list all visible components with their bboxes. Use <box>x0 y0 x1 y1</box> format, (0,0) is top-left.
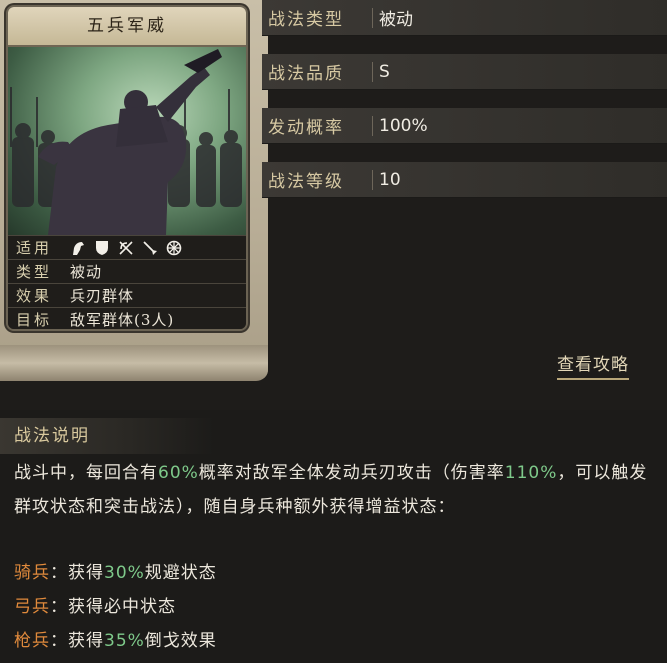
info-key: 战法类型 <box>268 10 344 30</box>
description-text: 战斗中，每回合有60%概率对敌军全体发动兵刃攻击（伤害率110%，可以触发群攻状… <box>14 456 659 524</box>
bullet-cavalry: 骑兵：获得30%规避状态 <box>14 558 217 583</box>
bullet-text: 获得 <box>68 563 104 583</box>
description-title: 战法说明 <box>0 418 214 454</box>
info-row-level: 战法等级 10 <box>262 162 667 198</box>
bullet-text: 获得 <box>68 631 104 651</box>
card-title: 五兵军威 <box>8 7 246 47</box>
stat-row-applicable: 适用 <box>8 235 246 259</box>
divider <box>372 169 373 190</box>
highlight-value: 35% <box>104 631 145 651</box>
card-stats: 适用 类型 被动 效果 兵刃群体 目标 敌军群体(3人) <box>8 235 246 329</box>
divider <box>372 115 373 136</box>
info-value: S <box>379 61 390 82</box>
info-value: 100% <box>379 115 428 136</box>
stat-key: 目标 <box>15 311 52 329</box>
info-key: 战法品质 <box>268 64 344 84</box>
colon: ： <box>50 631 68 651</box>
unit-icons <box>60 239 183 256</box>
info-row-trigger-rate: 发动概率 100% <box>262 108 667 144</box>
bullet-text: 倒戈效果 <box>144 631 217 651</box>
highlight-value: 110% <box>504 463 558 483</box>
shield-icon <box>92 239 111 256</box>
stat-row-type: 类型 被动 <box>8 259 246 283</box>
bullet-tag: 骑兵 <box>14 563 50 583</box>
siege-icon <box>164 239 183 256</box>
stat-key: 类型 <box>15 263 52 281</box>
card-artwork <box>8 47 246 235</box>
info-value: 被动 <box>379 10 413 30</box>
tactic-card: 五兵军威 适用 类型 被动 效果 兵刃群体 目标 敌军群体(3人) <box>6 5 248 331</box>
info-row-quality: 战法品质 S <box>262 54 667 90</box>
bullet-tag: 弓兵 <box>14 597 50 617</box>
info-value: 10 <box>379 169 401 190</box>
bow-icon <box>116 239 135 256</box>
stat-row-target: 目标 敌军群体(3人) <box>8 307 246 329</box>
bullet-text: 规避状态 <box>144 563 217 583</box>
cavalry-icon <box>68 239 87 256</box>
bullet-text: 获得必中状态 <box>68 597 176 617</box>
stat-key: 适用 <box>15 239 52 257</box>
colon: ： <box>50 597 68 617</box>
stat-row-effect: 效果 兵刃群体 <box>8 283 246 307</box>
stat-value: 敌军群体(3人) <box>70 311 175 329</box>
army-silhouette-illustration <box>10 49 242 235</box>
info-row-tactic-type: 战法类型 被动 <box>262 0 667 36</box>
scroll-roll <box>0 345 268 381</box>
description-part: 概率对敌军全体发动兵刃攻击（伤害率 <box>198 463 505 483</box>
divider <box>372 7 373 28</box>
bullet-archer: 弓兵：获得必中状态 <box>14 592 176 617</box>
highlight-value: 30% <box>104 563 145 583</box>
spear-icon <box>140 239 159 256</box>
stat-key: 效果 <box>15 287 52 305</box>
stat-value: 兵刃群体 <box>70 287 135 305</box>
colon: ： <box>50 563 68 583</box>
highlight-value: 60% <box>158 463 199 483</box>
description-part: 战斗中，每回合有 <box>14 463 158 483</box>
divider <box>372 61 373 82</box>
bullet-spearman: 枪兵：获得35%倒戈效果 <box>14 626 217 651</box>
bullet-tag: 枪兵 <box>14 631 50 651</box>
info-key: 发动概率 <box>268 118 344 138</box>
view-guide-link[interactable]: 查看攻略 <box>557 350 629 380</box>
info-key: 战法等级 <box>268 172 344 192</box>
stat-value: 被动 <box>70 263 103 281</box>
